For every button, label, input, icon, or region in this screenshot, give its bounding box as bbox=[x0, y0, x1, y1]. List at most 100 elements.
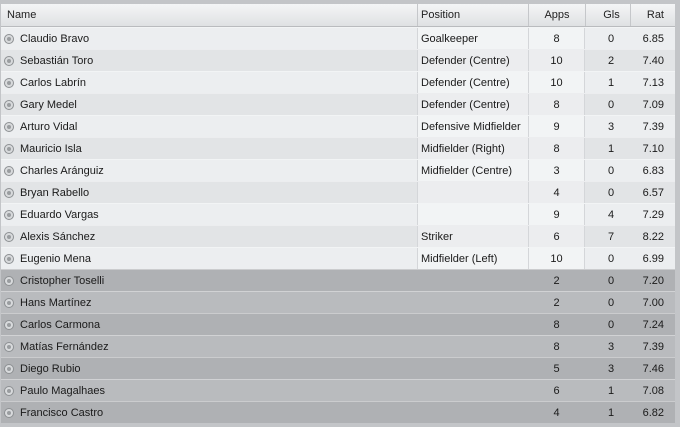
player-name-cell[interactable]: Alexis Sánchez bbox=[1, 226, 417, 247]
table-row[interactable]: Francisco Castro 4 1 6.82 bbox=[1, 401, 675, 423]
table-row[interactable]: Charles Aránguiz Midfielder (Centre) 3 0 6.8… bbox=[1, 159, 675, 181]
player-name-cell[interactable]: Arturo Vidal bbox=[1, 116, 417, 137]
column-header-apps[interactable]: Apps bbox=[528, 4, 585, 26]
table-row[interactable]: Eugenio Mena Midfielder (Left) 10 0 6.99 bbox=[1, 247, 675, 269]
player-name-cell[interactable]: Bryan Rabello bbox=[1, 182, 417, 203]
player-apps: 6 bbox=[553, 384, 560, 397]
player-name[interactable]: Bryan Rabello bbox=[20, 187, 89, 199]
column-header-rating[interactable]: Rat bbox=[630, 4, 675, 26]
player-name-cell[interactable]: Diego Rubio bbox=[1, 358, 417, 379]
table-row[interactable]: Eduardo Vargas 9 4 7.29 bbox=[1, 203, 675, 225]
player-stats-table: Name Position Apps Gls Rat Claudio Bravo… bbox=[1, 4, 675, 423]
player-rating: 7.10 bbox=[642, 142, 664, 155]
player-goals: 0 bbox=[607, 164, 615, 177]
player-name-cell[interactable]: Carlos Carmona bbox=[1, 314, 417, 335]
player-name[interactable]: Gary Medel bbox=[20, 99, 77, 111]
player-rating: 6.57 bbox=[642, 186, 664, 199]
table-row[interactable]: Alexis Sánchez Striker 6 7 8.22 bbox=[1, 225, 675, 247]
player-name[interactable]: Diego Rubio bbox=[20, 363, 81, 375]
player-status-icon[interactable] bbox=[4, 121, 14, 132]
player-name[interactable]: Sebastián Toro bbox=[20, 55, 93, 67]
player-name-cell[interactable]: Gary Medel bbox=[1, 94, 417, 115]
player-status-icon[interactable] bbox=[4, 297, 14, 308]
player-status-icon[interactable] bbox=[4, 77, 14, 88]
player-name[interactable]: Carlos Carmona bbox=[20, 319, 100, 331]
player-name-cell[interactable]: Hans Martínez bbox=[1, 292, 417, 313]
player-name[interactable]: Eugenio Mena bbox=[20, 253, 91, 265]
table-row[interactable]: Cristopher Toselli 2 0 7.20 bbox=[1, 269, 675, 291]
player-name-cell[interactable]: Sebastián Toro bbox=[1, 50, 417, 71]
player-position: Midfielder (Left) bbox=[417, 248, 528, 269]
player-name-cell[interactable]: Paulo Magalhaes bbox=[1, 380, 417, 401]
player-goals: 0 bbox=[607, 318, 615, 331]
player-name-cell[interactable]: Claudio Bravo bbox=[1, 28, 417, 49]
player-rating: 7.09 bbox=[642, 98, 664, 111]
player-name-cell[interactable]: Mauricio Isla bbox=[1, 138, 417, 159]
player-name[interactable]: Eduardo Vargas bbox=[20, 209, 99, 221]
table-row[interactable]: Hans Martínez 2 0 7.00 bbox=[1, 291, 675, 313]
player-name[interactable]: Matías Fernández bbox=[20, 341, 109, 353]
player-status-icon[interactable] bbox=[4, 165, 14, 176]
player-name-cell[interactable]: Cristopher Toselli bbox=[1, 270, 417, 291]
player-status-icon[interactable] bbox=[4, 55, 14, 66]
player-status-icon[interactable] bbox=[4, 231, 14, 242]
table-row[interactable]: Carlos Labrín Defender (Centre) 10 1 7.13 bbox=[1, 71, 675, 93]
table-row[interactable]: Diego Rubio 5 3 7.46 bbox=[1, 357, 675, 379]
player-goals: 1 bbox=[607, 76, 615, 89]
player-status-icon[interactable] bbox=[4, 275, 14, 286]
player-name-cell[interactable]: Carlos Labrín bbox=[1, 72, 417, 93]
player-status-icon[interactable] bbox=[4, 253, 14, 264]
table-row[interactable]: Claudio Bravo Goalkeeper 8 0 6.85 bbox=[1, 27, 675, 49]
player-name-cell[interactable]: Eugenio Mena bbox=[1, 248, 417, 269]
player-status-icon[interactable] bbox=[4, 385, 14, 396]
column-header-goals[interactable]: Gls bbox=[585, 4, 630, 26]
player-rating: 8.22 bbox=[642, 230, 664, 243]
table-row[interactable]: Matías Fernández 8 3 7.39 bbox=[1, 335, 675, 357]
player-rating: 6.82 bbox=[642, 406, 664, 419]
player-goals: 1 bbox=[607, 384, 615, 397]
table-row[interactable]: Gary Medel Defender (Centre) 8 0 7.09 bbox=[1, 93, 675, 115]
player-name[interactable]: Francisco Castro bbox=[20, 407, 103, 419]
player-goals: 4 bbox=[607, 208, 615, 221]
player-name[interactable]: Claudio Bravo bbox=[20, 33, 89, 45]
player-status-icon[interactable] bbox=[4, 407, 14, 418]
player-status-icon[interactable] bbox=[4, 363, 14, 374]
player-goals: 1 bbox=[607, 142, 615, 155]
player-position bbox=[417, 314, 528, 335]
player-name-cell[interactable]: Eduardo Vargas bbox=[1, 204, 417, 225]
player-position: Defensive Midfielder bbox=[417, 116, 528, 137]
player-name[interactable]: Carlos Labrín bbox=[20, 77, 86, 89]
column-header-position[interactable]: Position bbox=[417, 4, 528, 26]
table-row[interactable]: Arturo Vidal Defensive Midfielder 9 3 7.39 bbox=[1, 115, 675, 137]
player-status-icon[interactable] bbox=[4, 187, 14, 198]
player-rating: 7.46 bbox=[642, 362, 664, 375]
player-status-icon[interactable] bbox=[4, 33, 14, 44]
player-name[interactable]: Mauricio Isla bbox=[20, 143, 82, 155]
player-status-icon[interactable] bbox=[4, 143, 14, 154]
player-goals: 0 bbox=[607, 252, 615, 265]
table-row[interactable]: Mauricio Isla Midfielder (Right) 8 1 7.10 bbox=[1, 137, 675, 159]
player-apps: 9 bbox=[528, 204, 585, 225]
player-status-icon[interactable] bbox=[4, 99, 14, 110]
column-header-name[interactable]: Name bbox=[1, 4, 417, 26]
player-name[interactable]: Alexis Sánchez bbox=[20, 231, 95, 243]
player-apps: 10 bbox=[528, 50, 585, 71]
player-name-cell[interactable]: Matías Fernández bbox=[1, 336, 417, 357]
player-status-icon[interactable] bbox=[4, 341, 14, 352]
player-name[interactable]: Hans Martínez bbox=[20, 297, 92, 309]
player-name[interactable]: Cristopher Toselli bbox=[20, 275, 104, 287]
player-name-cell[interactable]: Francisco Castro bbox=[1, 402, 417, 423]
table-row[interactable]: Paulo Magalhaes 6 1 7.08 bbox=[1, 379, 675, 401]
player-name[interactable]: Arturo Vidal bbox=[20, 121, 77, 133]
player-name[interactable]: Paulo Magalhaes bbox=[20, 385, 105, 397]
player-status-icon[interactable] bbox=[4, 209, 14, 220]
table-row[interactable]: Carlos Carmona 8 0 7.24 bbox=[1, 313, 675, 335]
player-name-cell[interactable]: Charles Aránguiz bbox=[1, 160, 417, 181]
table-row[interactable]: Sebastián Toro Defender (Centre) 10 2 7.40 bbox=[1, 49, 675, 71]
table-row[interactable]: Bryan Rabello 4 0 6.57 bbox=[1, 181, 675, 203]
table-body: Claudio Bravo Goalkeeper 8 0 6.85 Sebastián T… bbox=[1, 27, 675, 423]
player-name[interactable]: Charles Aránguiz bbox=[20, 165, 104, 177]
player-goals: 3 bbox=[607, 120, 615, 133]
player-position bbox=[417, 182, 528, 203]
player-status-icon[interactable] bbox=[4, 319, 14, 330]
